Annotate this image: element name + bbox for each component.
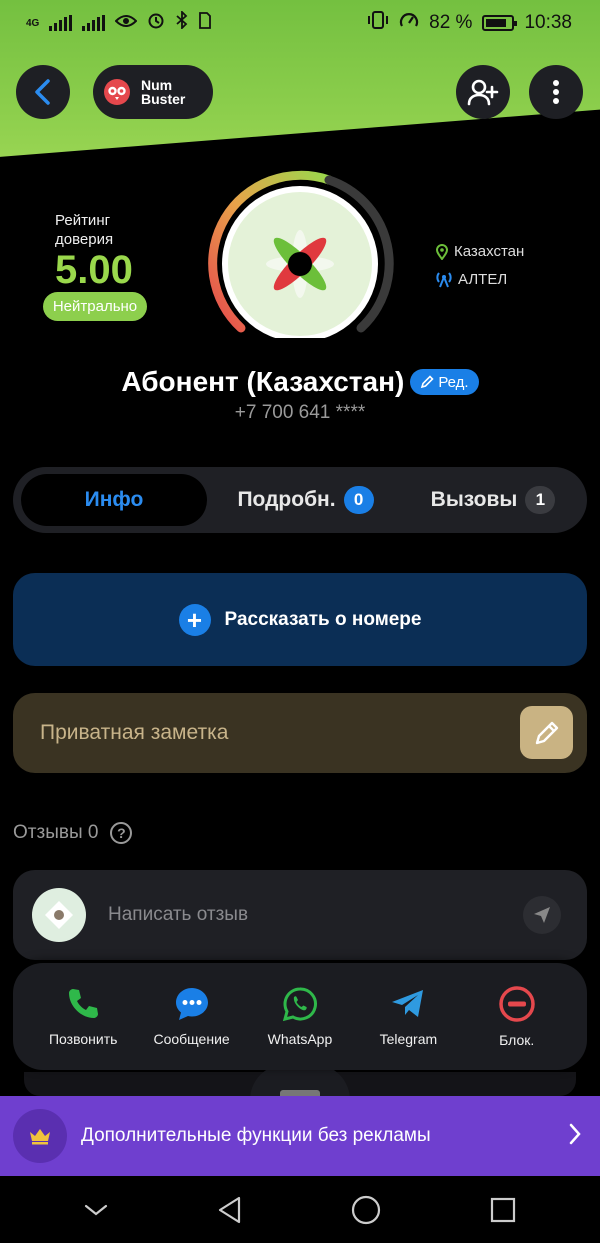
hide-keyboard-icon[interactable] (83, 1202, 109, 1218)
battery-percent: 82 % (429, 12, 473, 33)
owl-logo-icon (104, 79, 130, 105)
speed-icon (399, 11, 419, 35)
country-label: Казахстан (454, 243, 525, 260)
telegram-button[interactable]: Telegram (356, 986, 460, 1047)
edit-name-button[interactable]: Ред. (410, 369, 479, 395)
contact-action-bar: Позвонить Сообщение WhatsApp Telegram Бл… (13, 963, 587, 1070)
rating-status-badge: Нейтрально (43, 292, 147, 321)
send-review-button[interactable] (523, 896, 561, 934)
pencil-icon (535, 721, 558, 744)
private-note-field[interactable]: Приватная заметка (13, 693, 587, 773)
contact-name-row: Абонент (Казахстан) Ред. (0, 366, 600, 398)
rating-label: Рейтинг доверия (55, 212, 114, 248)
tab-bar: Инфо Подробн. 0 Вызовы 1 (13, 467, 587, 533)
status-bar: 4G 82 % 10:38 (0, 0, 600, 46)
private-note-placeholder: Приватная заметка (40, 721, 229, 744)
operator-label: АЛТЕЛ (458, 270, 508, 288)
message-button[interactable]: Сообщение (140, 986, 244, 1047)
eye-icon (114, 13, 138, 33)
avatar-rating-gauge (203, 168, 399, 342)
more-vertical-icon (553, 80, 559, 104)
tab-calls[interactable]: Вызовы 1 (413, 474, 573, 526)
add-contact-button[interactable] (456, 65, 510, 119)
tab-details-label: Подробн. (237, 488, 336, 511)
bluetooth-icon (175, 9, 189, 35)
chevron-right-icon (569, 1123, 581, 1145)
whatsapp-label: WhatsApp (267, 1031, 333, 1047)
promo-text: Дополнительные функции без рекламы (81, 1125, 431, 1146)
phone-number: +7 700 641 **** (234, 402, 366, 423)
system-navigation-bar (0, 1176, 600, 1243)
tab-details[interactable]: Подробн. 0 (223, 474, 388, 526)
network-type-label: 4G (26, 17, 40, 29)
telegram-icon (392, 990, 424, 1017)
home-circle-icon[interactable] (350, 1194, 382, 1226)
vibrate-icon (367, 11, 389, 35)
telegram-label: Telegram (379, 1031, 438, 1047)
block-button[interactable]: Блок. (465, 985, 569, 1048)
note-edit-button[interactable] (520, 706, 573, 759)
reviews-count-label: Отзывы 0 (13, 822, 99, 843)
tab-calls-label: Вызовы (430, 488, 518, 511)
premium-promo-banner[interactable]: Дополнительные функции без рекламы (0, 1096, 600, 1176)
more-options-button[interactable] (529, 65, 583, 119)
brand-line-1: Num (141, 77, 173, 93)
signal-2-icon (82, 15, 106, 31)
contact-name: Абонент (Казахстан) (121, 366, 405, 397)
chat-bubble-icon (175, 988, 208, 1020)
tab-info-label: Инфо (84, 488, 144, 511)
crown-icon (13, 1109, 67, 1163)
help-icon[interactable]: ? (110, 822, 133, 844)
recents-square-icon[interactable] (489, 1196, 517, 1224)
tell-about-number-button[interactable]: + Рассказать о номере (13, 573, 587, 666)
operator-info: АЛТЕЛ (436, 270, 507, 288)
back-arrow-icon (35, 79, 50, 105)
battery-fill (486, 19, 507, 27)
call-label: Позвонить (48, 1031, 118, 1047)
alarm-icon (147, 11, 165, 35)
call-button[interactable]: Позвонить (31, 986, 135, 1047)
message-label: Сообщение (153, 1031, 230, 1047)
antenna-icon (436, 272, 452, 288)
whatsapp-icon (282, 987, 317, 1022)
tab-details-count: 0 (343, 486, 374, 514)
clock: 10:38 (524, 12, 572, 33)
rating-value: 5.00 (55, 248, 133, 292)
send-icon (534, 907, 550, 923)
pencil-icon (421, 375, 434, 389)
reviews-header: Отзывы 0 ? (13, 822, 133, 844)
user-avatar (32, 888, 86, 942)
numbuster-logo[interactable]: Num Buster (93, 65, 213, 119)
location-pin-icon (436, 243, 448, 260)
write-review-field[interactable]: Написать отзыв (13, 870, 587, 960)
plus-icon: + (178, 603, 211, 636)
block-label: Блок. (499, 1032, 535, 1048)
write-review-placeholder: Написать отзыв (108, 904, 249, 925)
sim-icon (199, 11, 212, 35)
edit-label: Ред. (438, 373, 469, 391)
battery-icon (482, 15, 518, 31)
brand-name: Num Buster (141, 78, 185, 106)
tell-about-number-label: Рассказать о номере (224, 608, 422, 630)
block-icon (499, 986, 535, 1022)
tab-calls-count: 1 (525, 486, 556, 514)
back-button[interactable] (16, 65, 70, 119)
tab-info[interactable]: Инфо (21, 474, 207, 526)
phone-icon (69, 989, 99, 1018)
country-info: Казахстан (436, 243, 524, 260)
back-triangle-icon[interactable] (216, 1195, 244, 1225)
brand-line-2: Buster (141, 91, 186, 107)
signal-1-icon (49, 15, 73, 31)
whatsapp-button[interactable]: WhatsApp (248, 986, 352, 1047)
add-user-icon (467, 79, 499, 106)
